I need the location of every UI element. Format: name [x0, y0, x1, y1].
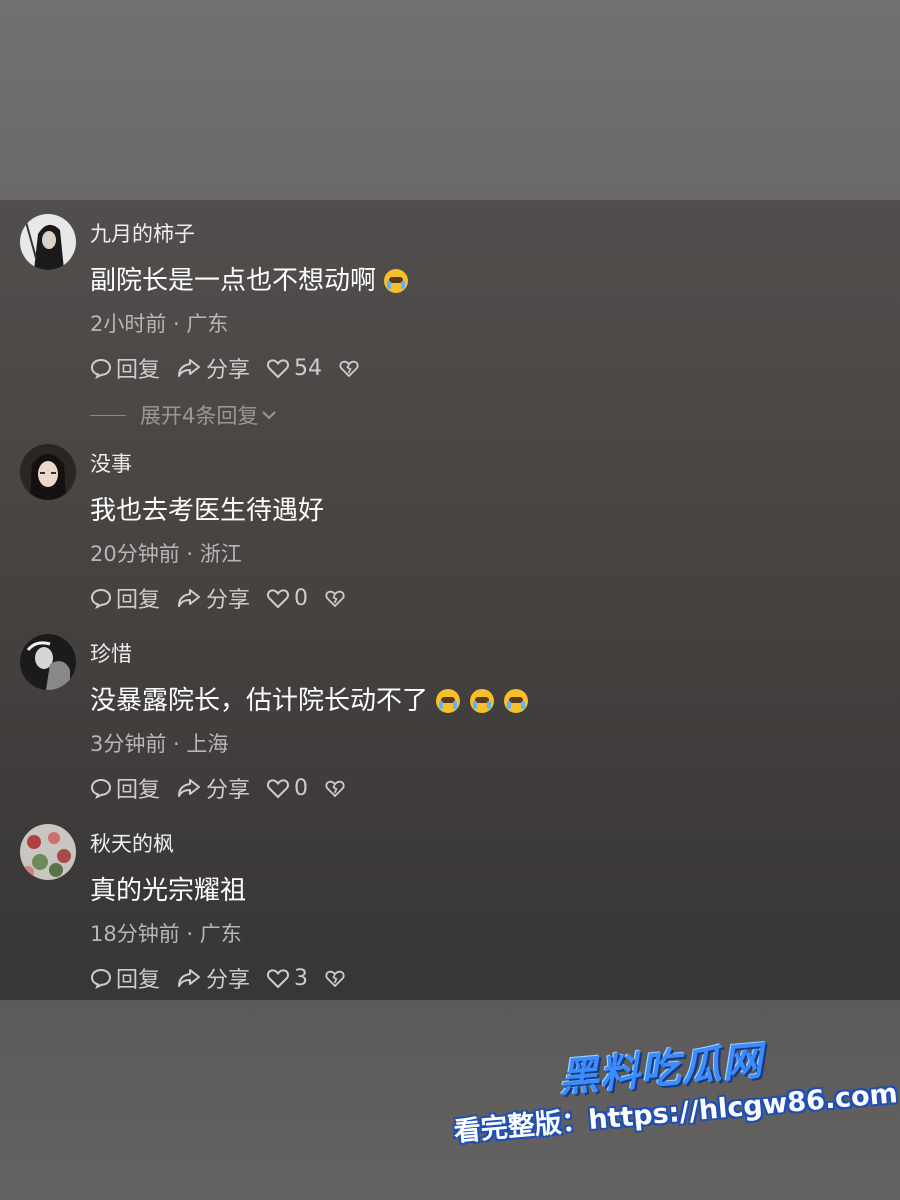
comment-meta: 2小时前 · 广东 — [90, 312, 229, 336]
broken-heart-icon — [325, 970, 345, 988]
share-label: 分享 — [206, 358, 251, 383]
reply-button[interactable]: 回复 — [90, 962, 160, 994]
crying-laughing-emoji — [436, 688, 461, 713]
heart-icon — [267, 969, 290, 989]
reply-button[interactable]: 回复 — [90, 352, 160, 384]
expand-replies-button[interactable]: 展开4条回复 — [90, 400, 278, 430]
comment-text-row: 没暴露院长，估计院长动不了 — [90, 680, 529, 717]
comment-text: 真的光宗耀祖 — [90, 876, 247, 906]
crying-laughing-emoji — [470, 688, 495, 713]
share-arrow-icon — [178, 359, 201, 377]
username[interactable]: 九月的柿子 — [90, 218, 195, 248]
avatar[interactable] — [20, 444, 76, 500]
avatar[interactable] — [20, 824, 76, 880]
comment-actions: 回复 分享 54 — [90, 352, 380, 384]
crying-laughing-emoji — [504, 688, 529, 713]
comment-actions: 回复 分享 0 — [90, 582, 366, 614]
share-button[interactable]: 分享 — [176, 582, 250, 614]
comment-meta: 3分钟前 · 上海 — [90, 732, 229, 756]
like-count: 3 — [294, 965, 309, 991]
heart-icon — [267, 589, 290, 609]
share-label: 分享 — [206, 968, 251, 993]
avatar[interactable] — [20, 214, 76, 270]
share-button[interactable]: 分享 — [176, 352, 250, 384]
comment-panel: 九月的柿子 副院长是一点也不想动啊 2小时前 · 广东 回复 分享 54 展开4… — [0, 200, 900, 1000]
share-arrow-icon — [178, 589, 201, 607]
username[interactable]: 没事 — [90, 448, 132, 478]
comment-meta: 18分钟前 · 广东 — [90, 922, 242, 946]
video-background-top — [0, 0, 900, 200]
avatar[interactable] — [20, 634, 76, 690]
expand-label: 展开4条回复 — [140, 404, 259, 428]
share-button[interactable]: 分享 — [176, 772, 250, 804]
chat-bubble-icon — [90, 588, 112, 609]
comment-text: 我也去考医生待遇好 — [90, 496, 325, 526]
reply-label: 回复 — [116, 588, 161, 613]
broken-heart-icon — [325, 590, 345, 608]
reply-label: 回复 — [116, 358, 161, 383]
comment-meta: 20分钟前 · 浙江 — [90, 542, 242, 566]
dislike-button[interactable] — [324, 778, 350, 798]
dislike-button[interactable] — [324, 588, 350, 608]
share-arrow-icon — [178, 969, 201, 987]
dislike-button[interactable] — [338, 358, 364, 378]
comment-text: 没暴露院长，估计院长动不了 — [90, 686, 429, 716]
broken-heart-icon — [325, 780, 345, 798]
like-button[interactable]: 0 — [266, 776, 308, 801]
like-count: 0 — [294, 775, 309, 801]
like-button[interactable]: 54 — [266, 356, 322, 381]
share-label: 分享 — [206, 778, 251, 803]
like-count: 0 — [294, 585, 309, 611]
chat-bubble-icon — [90, 778, 112, 799]
comment-actions: 回复 分享 0 — [90, 772, 366, 804]
chat-bubble-icon — [90, 358, 112, 379]
share-label: 分享 — [206, 588, 251, 613]
comment-text: 副院长是一点也不想动啊 — [90, 266, 377, 296]
reply-label: 回复 — [116, 968, 161, 993]
chat-bubble-icon — [90, 968, 112, 989]
username[interactable]: 秋天的枫 — [90, 828, 174, 858]
chevron-down-icon — [262, 411, 277, 420]
like-button[interactable]: 0 — [266, 586, 308, 611]
like-button[interactable]: 3 — [266, 966, 308, 991]
heart-icon — [267, 779, 290, 799]
like-count: 54 — [294, 355, 323, 381]
dislike-button[interactable] — [324, 968, 350, 988]
reply-button[interactable]: 回复 — [90, 582, 160, 614]
comment-actions: 回复 分享 3 — [90, 962, 366, 994]
reply-button[interactable]: 回复 — [90, 772, 160, 804]
reply-label: 回复 — [116, 778, 161, 803]
comment-text-row: 副院长是一点也不想动啊 — [90, 260, 409, 297]
share-arrow-icon — [178, 779, 201, 797]
comment-text-row: 我也去考医生待遇好 — [90, 490, 324, 527]
username[interactable]: 珍惜 — [90, 638, 132, 668]
grimace-emoji — [384, 268, 409, 293]
share-button[interactable]: 分享 — [176, 962, 250, 994]
divider-line — [90, 414, 126, 416]
broken-heart-icon — [339, 360, 359, 378]
comment-text-row: 真的光宗耀祖 — [90, 870, 246, 907]
heart-icon — [267, 359, 290, 379]
